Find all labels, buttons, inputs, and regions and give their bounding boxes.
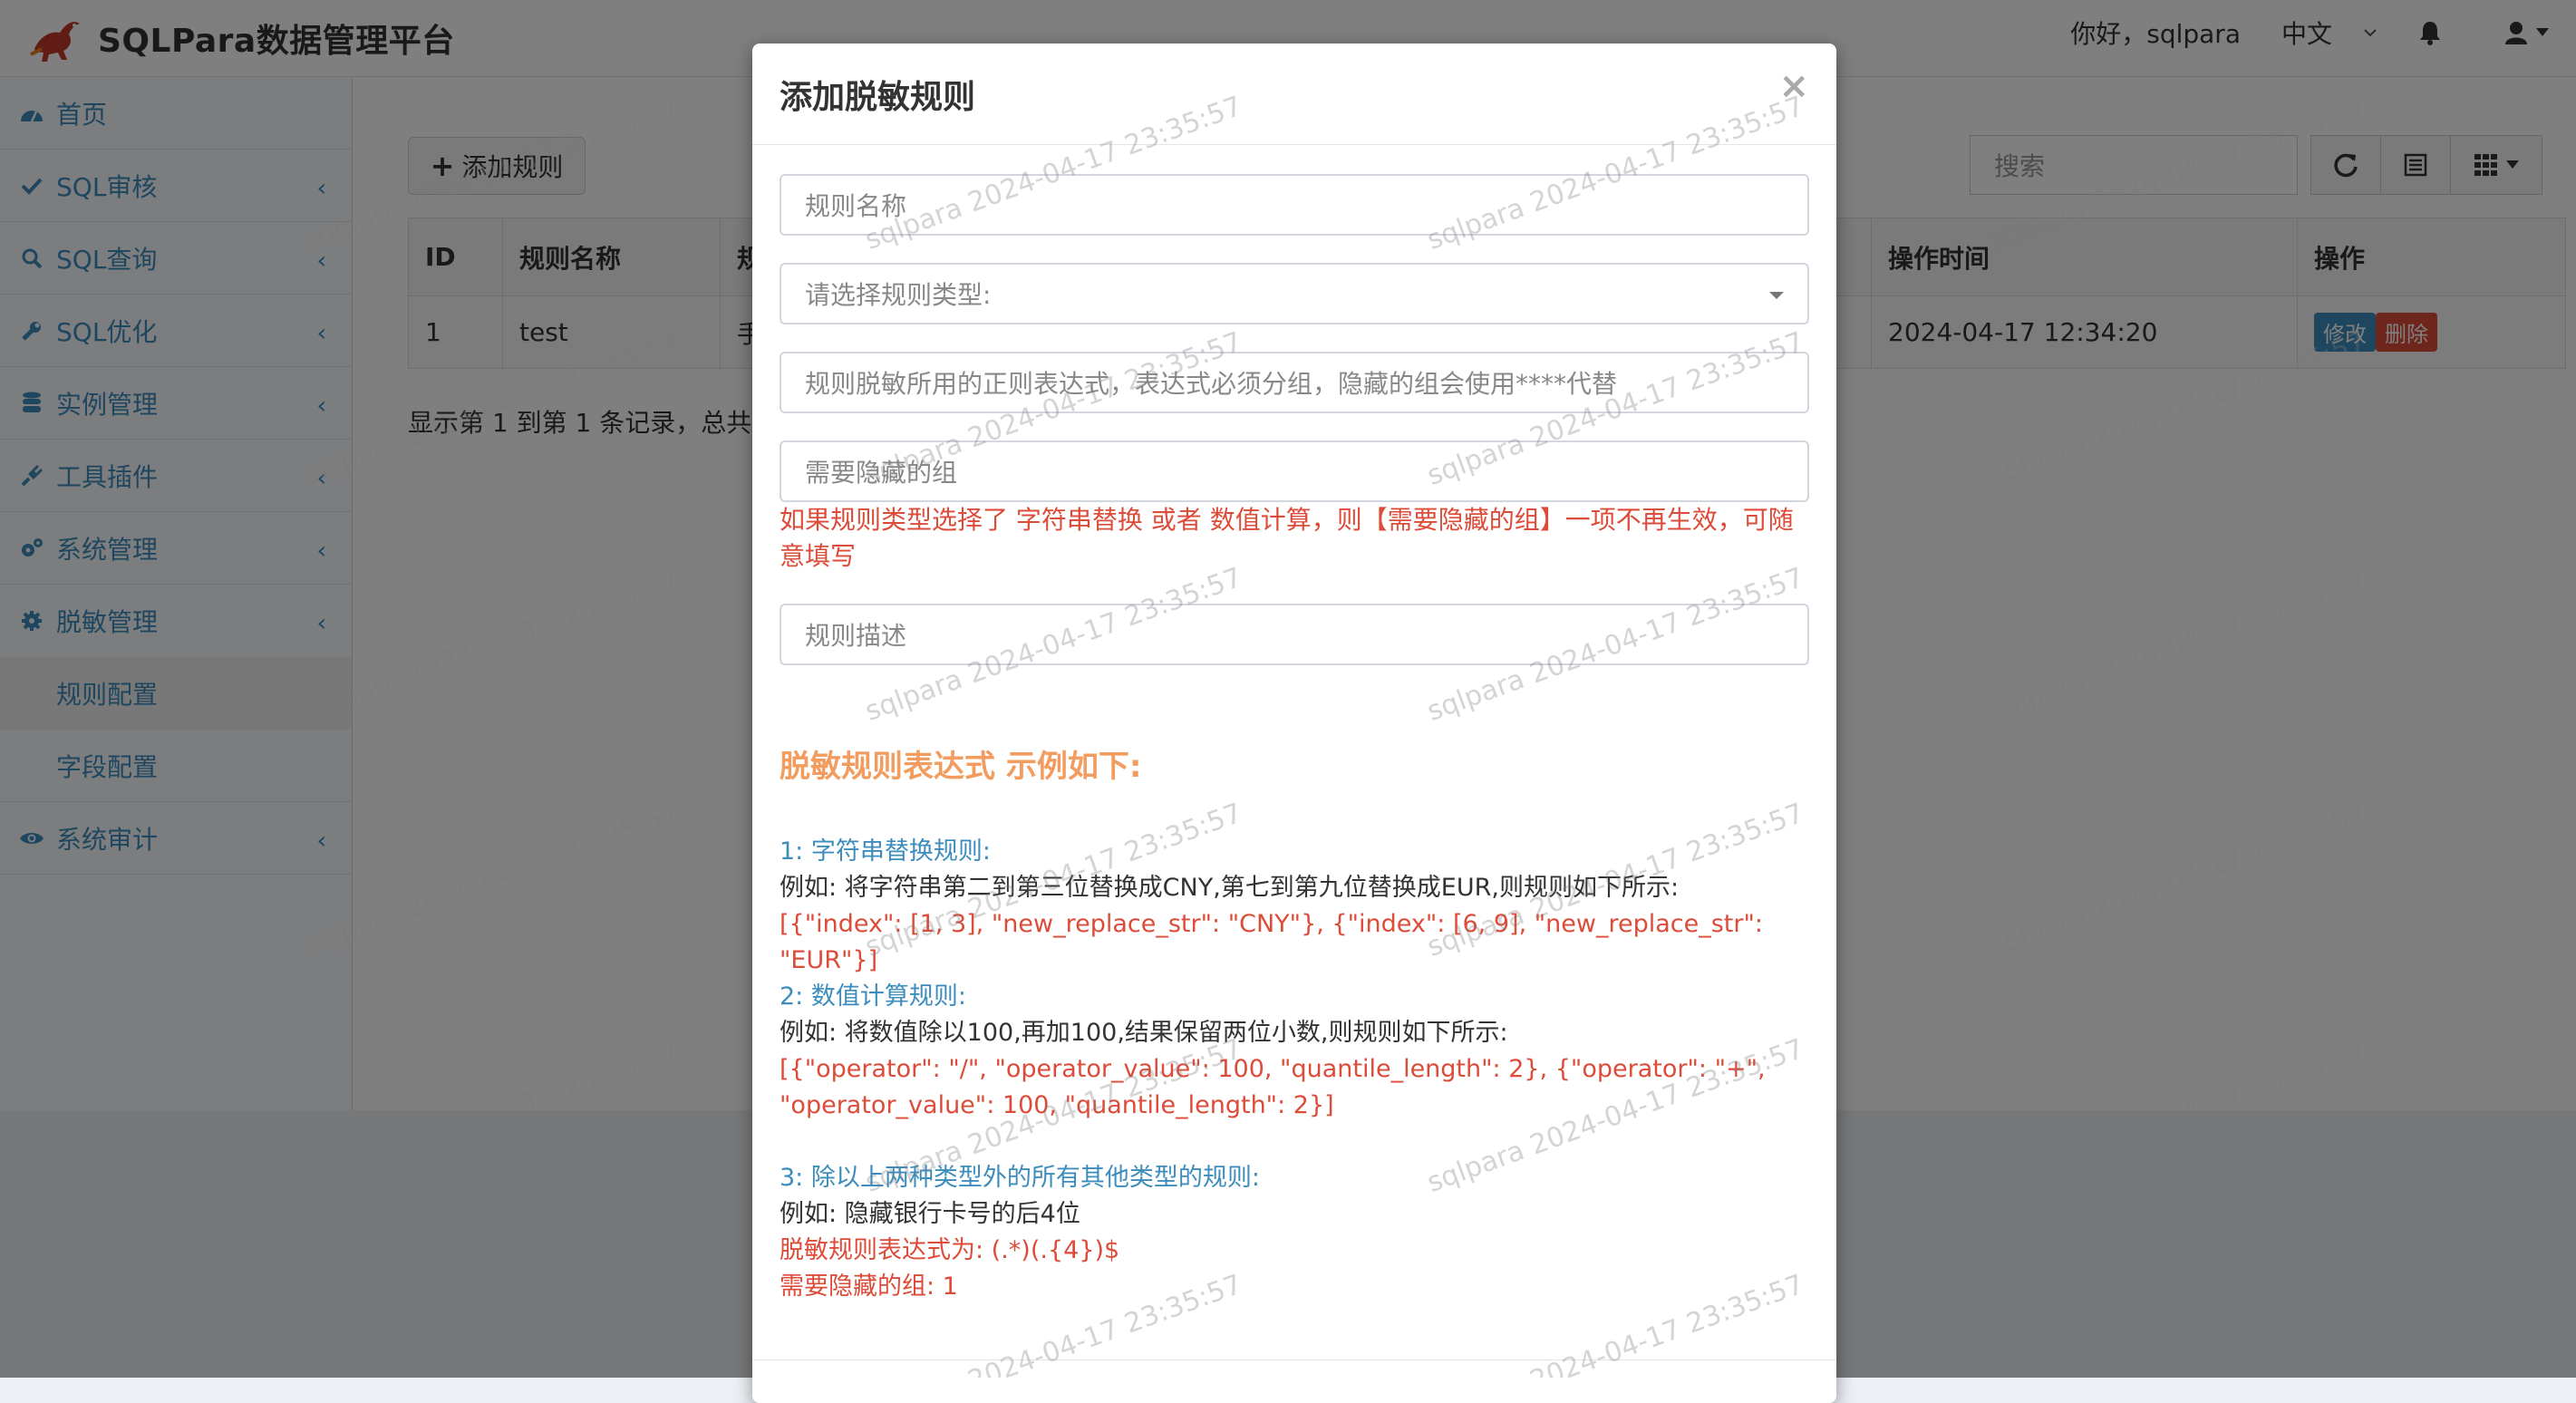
rule-type-placeholder: 请选择规则类型:: [805, 280, 992, 310]
hidden-group-hint: 如果规则类型选择了 字符串替换 或者 数值计算，则【需要隐藏的组】一项不再生效，…: [780, 505, 1794, 571]
add-rule-modal: 添加脱敏规则 × 规则名称 请选择规则类型: 规则脱敏所用的正则表达式，表达式必…: [752, 44, 1836, 1403]
example-2-code-line2: "operator_value": 100, "quantile_length"…: [780, 1091, 1334, 1119]
example-1-title: 1: 字符串替换规则:: [780, 837, 991, 866]
hidden-group-input[interactable]: 需要隐藏的组: [780, 440, 1809, 502]
example-1-desc: 例如: 将字符串第二到第三位替换成CNY,第七到第九位替换成EUR,则规则如下所…: [780, 874, 1680, 902]
rule-name-input[interactable]: 规则名称: [780, 174, 1809, 236]
example-2-code-line1: [{"operator": "/", "operator_value": 100…: [780, 1055, 1766, 1083]
modal-header: 添加脱敏规则 ×: [752, 44, 1836, 145]
rule-type-select[interactable]: 请选择规则类型:: [780, 263, 1809, 324]
regex-input[interactable]: 规则脱敏所用的正则表达式，表达式必须分组，隐藏的组会使用****代替: [780, 352, 1809, 413]
example-3-code-line2: 需要隐藏的组: 1: [780, 1272, 958, 1301]
example-2-title: 2: 数值计算规则:: [780, 982, 966, 1011]
example-3-code-line1: 脱敏规则表达式为: (.*)(.{4})$: [780, 1236, 1120, 1264]
example-3-title: 3: 除以上两种类型外的所有其他类型的规则:: [780, 1164, 1260, 1192]
modal-title: 添加脱敏规则: [780, 79, 976, 116]
examples-title: 脱敏规则表达式 示例如下:: [780, 749, 1142, 785]
dropdown-arrow-icon: [1769, 292, 1784, 299]
example-3-desc: 例如: 隐藏银行卡号的后4位: [780, 1200, 1080, 1228]
rule-description-input[interactable]: 规则描述: [780, 604, 1809, 665]
example-1-code: [{"index": [1, 3], "new_replace_str": "C…: [780, 910, 1763, 974]
modal-footer-divider: [752, 1359, 1836, 1360]
close-icon[interactable]: ×: [1778, 65, 1809, 107]
example-2-desc: 例如: 将数值除以100,再加100,结果保留两位小数,则规则如下所示:: [780, 1019, 1508, 1047]
